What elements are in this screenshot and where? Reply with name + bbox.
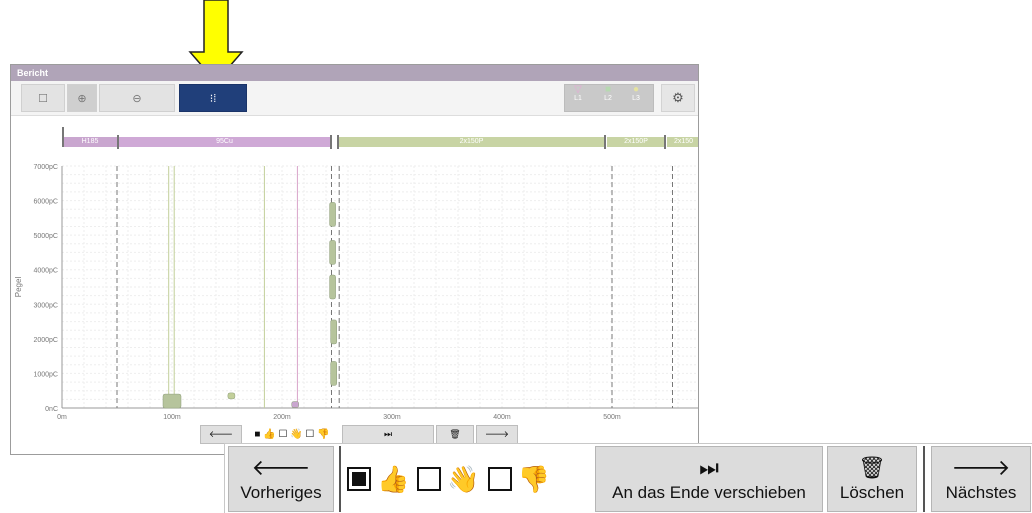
mini-rating[interactable]: ■ 👍 ☐ 👋 ☐ 👎 xyxy=(244,425,340,444)
arrow-right-icon: 🡒 xyxy=(951,455,1011,480)
y-tick-label: 2000pC xyxy=(33,337,58,344)
good-checkbox[interactable] xyxy=(347,467,371,491)
pd-scatter-chart[interactable]: 0nC 1000pC 2000pC 3000pC 4000pC 5000pC 6000pC 7… xyxy=(11,65,699,455)
y-tick-label: 6000pC xyxy=(33,199,58,206)
x-tick-label: 400m xyxy=(493,414,511,421)
x-tick-label: 0m xyxy=(57,414,67,421)
rating-group: 👍 👋 👎 xyxy=(347,462,558,496)
action-bar: 🡐 Vorheriges 👍 👋 👎 ⏭ An das Ende verschi… xyxy=(224,443,1032,513)
y-tick-label: 4000pC xyxy=(33,268,58,275)
previous-button[interactable]: 🡐 Vorheriges xyxy=(228,446,334,512)
delete-button[interactable]: 🗑 Löschen xyxy=(827,446,917,512)
x-tick-label: 200m xyxy=(273,414,291,421)
thumbs-down-icon: 👎 xyxy=(517,464,551,494)
y-tick-label: 7000pC xyxy=(33,164,58,171)
y-tick-label: 0nC xyxy=(45,406,58,413)
move-to-end-button[interactable]: ⏭ An das Ende verschieben xyxy=(595,446,823,512)
x-tick-label: 300m xyxy=(383,414,401,421)
mini-delete-button[interactable]: 🗑 xyxy=(436,425,474,444)
y-tick-label: 3000pC xyxy=(33,302,58,309)
y-tick-label: 1000pC xyxy=(33,371,58,378)
waving-hand-icon: 👋 xyxy=(447,464,480,494)
trash-icon: 🗑 xyxy=(858,455,886,480)
previous-label: Vorheriges xyxy=(240,483,322,502)
x-tick-label: 100m xyxy=(163,414,181,421)
data-cluster xyxy=(329,202,336,227)
next-label: Nächstes xyxy=(945,483,1017,502)
thumbs-up-icon: 👍 xyxy=(377,464,410,494)
next-button[interactable]: 🡒 Nächstes xyxy=(931,446,1031,512)
arrow-left-icon: 🡐 xyxy=(251,455,311,480)
data-cluster xyxy=(330,361,337,386)
mini-action-bar: 🡐 ■ 👍 ☐ 👋 ☐ 👎 ⏭ 🗑 🡒 xyxy=(200,425,530,444)
mini-move-end-button[interactable]: ⏭ xyxy=(342,425,434,444)
skip-to-end-icon: ⏭ xyxy=(699,455,719,480)
y-axis-label: Pegel xyxy=(14,277,23,298)
data-cluster xyxy=(329,240,336,265)
report-window: Bericht ☐ ⊕ ⊖ ⁝⁞ ▽ L1 ■ L2 ● L3 ⚙ H185 95Cu… xyxy=(10,64,699,455)
bad-checkbox[interactable] xyxy=(487,467,512,491)
move-to-end-label: An das Ende verschieben xyxy=(612,483,806,502)
delete-label: Löschen xyxy=(839,483,905,502)
x-tick-label: 500m xyxy=(603,414,621,421)
divider xyxy=(923,446,925,512)
mini-previous-button[interactable]: 🡐 xyxy=(200,425,242,444)
data-cluster xyxy=(330,319,337,345)
wave-checkbox[interactable] xyxy=(417,467,442,491)
data-cluster xyxy=(329,274,336,300)
mini-next-button[interactable]: 🡒 xyxy=(476,425,518,444)
data-cluster xyxy=(227,392,236,400)
divider xyxy=(339,446,341,512)
data-cluster xyxy=(162,393,182,409)
data-cluster xyxy=(291,401,299,408)
y-tick-label: 5000pC xyxy=(33,233,58,240)
